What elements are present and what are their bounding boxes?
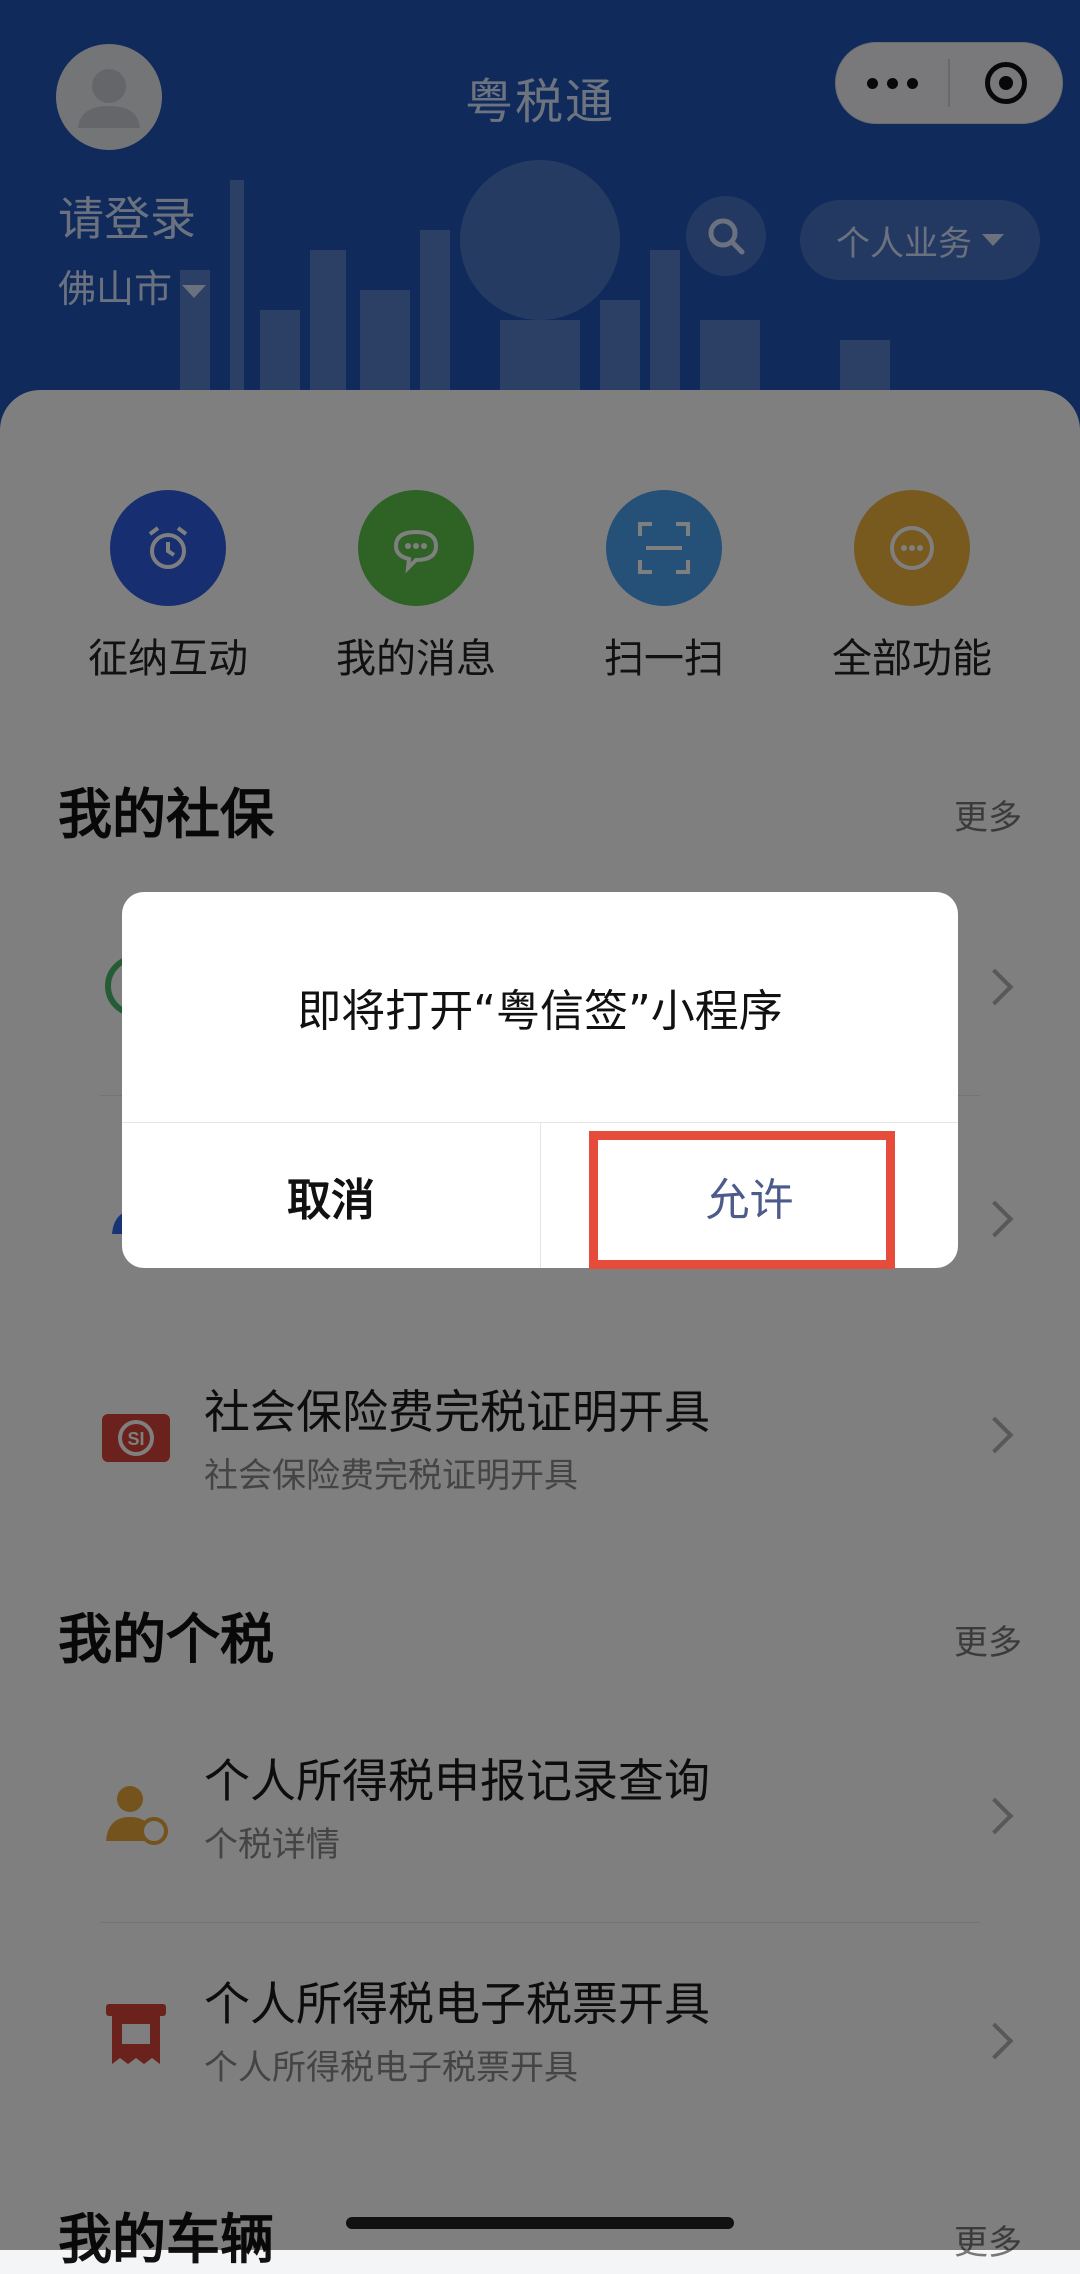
dialog-message: 即将打开“粤信签”小程序 xyxy=(297,986,783,1037)
cancel-button[interactable]: 取消 xyxy=(122,1123,540,1268)
allow-highlight-box xyxy=(589,1131,895,1269)
home-indicator[interactable] xyxy=(346,2217,734,2229)
